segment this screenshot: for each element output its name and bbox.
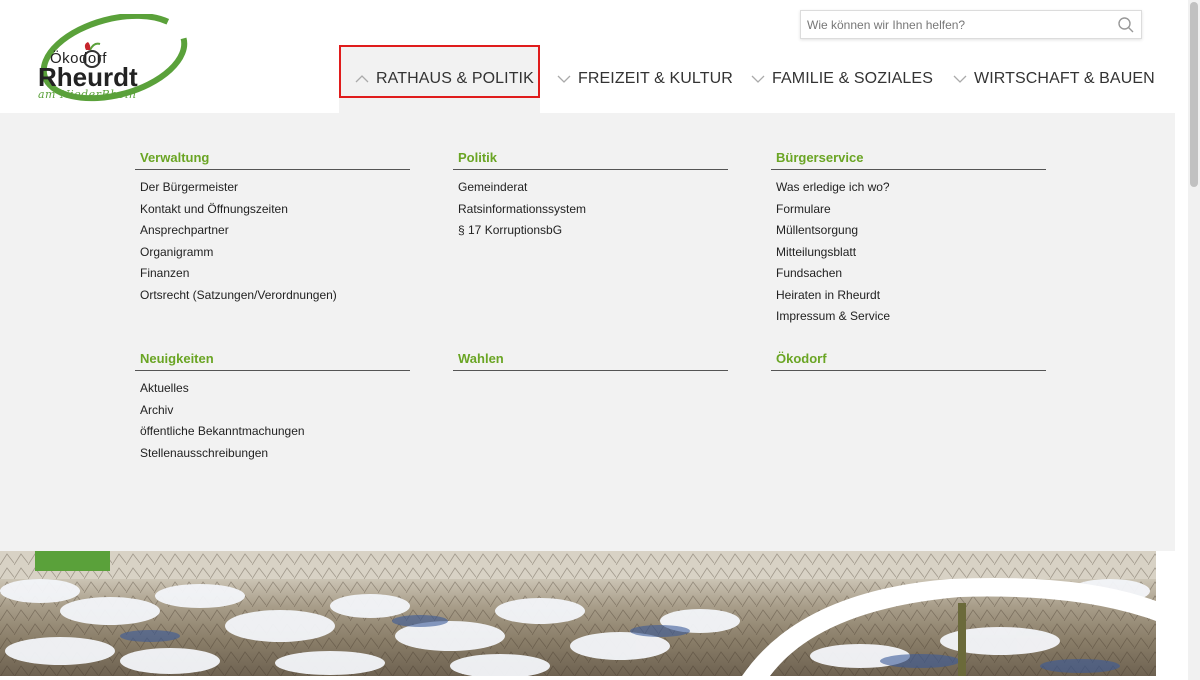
link-list: Gemeinderat Ratsinformationssystem § 17 …: [453, 170, 728, 244]
menu-link[interactable]: öffentliche Bekanntmachungen: [140, 423, 410, 445]
menu-link[interactable]: Formulare: [776, 201, 1046, 223]
search-input[interactable]: [801, 11, 1101, 38]
section-title[interactable]: Ökodorf: [771, 349, 1046, 371]
logo-name: Rheurdt: [38, 62, 138, 92]
search-box: [800, 10, 1142, 39]
menu-link[interactable]: Mitteilungsblatt: [776, 244, 1046, 266]
menu-link[interactable]: Finanzen: [140, 265, 410, 287]
chevron-down-icon: [751, 75, 765, 83]
section-title[interactable]: Verwaltung: [135, 148, 410, 170]
menu-section-buergerservice: Bürgerservice Was erledige ich wo? Formu…: [771, 148, 1046, 330]
menu-link[interactable]: Ansprechpartner: [140, 222, 410, 244]
menu-section-wahlen: Wahlen: [453, 349, 728, 371]
menu-link[interactable]: Kontakt und Öffnungszeiten: [140, 201, 410, 223]
mega-menu: Verwaltung Der Bürgermeister Kontakt und…: [0, 113, 1175, 551]
nav-label: WIRTSCHAFT & BAUEN: [974, 70, 1155, 87]
chevron-down-icon: [953, 75, 967, 83]
link-list: Was erledige ich wo? Formulare Müllentso…: [771, 170, 1046, 330]
menu-section-politik: Politik Gemeinderat Ratsinformationssyst…: [453, 148, 728, 244]
green-accent-block: [35, 551, 110, 571]
hero-image: [0, 551, 1156, 676]
menu-link[interactable]: Archiv: [140, 402, 410, 424]
logo-tagline: am NiederRhein: [38, 88, 137, 101]
nav-freizeit-kultur[interactable]: FREIZEIT & KULTUR: [556, 45, 733, 113]
menu-link[interactable]: Aktuelles: [140, 380, 410, 402]
section-title[interactable]: Politik: [453, 148, 728, 170]
menu-section-verwaltung: Verwaltung Der Bürgermeister Kontakt und…: [135, 148, 410, 308]
menu-link[interactable]: Impressum & Service: [776, 308, 1046, 330]
menu-section-oekodorf: Ökodorf: [771, 349, 1046, 371]
site-logo[interactable]: Ökodorf Rheurdt am NiederRhein: [34, 12, 194, 104]
chevron-down-icon: [557, 75, 571, 83]
snowy-bushes-image: [0, 551, 1156, 676]
nav-label: FREIZEIT & KULTUR: [578, 70, 733, 87]
nav-rathaus-politik[interactable]: RATHAUS & POLITIK: [339, 45, 540, 113]
link-list: Der Bürgermeister Kontakt und Öffnungsze…: [135, 170, 410, 308]
section-title[interactable]: Neuigkeiten: [135, 349, 410, 371]
section-title[interactable]: Wahlen: [453, 349, 728, 371]
search-icon[interactable]: [1117, 16, 1135, 34]
chevron-up-icon: [355, 75, 369, 83]
menu-link[interactable]: § 17 KorruptionsbG: [458, 222, 728, 244]
link-list: Aktuelles Archiv öffentliche Bekanntmach…: [135, 371, 410, 466]
menu-link[interactable]: Was erledige ich wo?: [776, 179, 1046, 201]
nav-label: FAMILIE & SOZIALES: [772, 70, 933, 87]
nav-familie-soziales[interactable]: FAMILIE & SOZIALES: [750, 45, 933, 113]
nav-wirtschaft-bauen[interactable]: WIRTSCHAFT & BAUEN: [952, 45, 1155, 113]
menu-link[interactable]: Gemeinderat: [458, 179, 728, 201]
menu-link[interactable]: Heiraten in Rheurdt: [776, 287, 1046, 309]
menu-section-neuigkeiten: Neuigkeiten Aktuelles Archiv öffentliche…: [135, 349, 410, 466]
section-title[interactable]: Bürgerservice: [771, 148, 1046, 170]
menu-link[interactable]: Müllentsorgung: [776, 222, 1046, 244]
menu-link[interactable]: Ratsinformationssystem: [458, 201, 728, 223]
nav-label: RATHAUS & POLITIK: [376, 70, 534, 87]
menu-link[interactable]: Organigramm: [140, 244, 410, 266]
menu-link[interactable]: Ortsrecht (Satzungen/Verordnungen): [140, 287, 410, 309]
menu-link[interactable]: Fundsachen: [776, 265, 1046, 287]
menu-link[interactable]: Der Bürgermeister: [140, 179, 410, 201]
site-header: Ökodorf Rheurdt am NiederRhein RATHAUS &…: [0, 0, 1188, 113]
menu-link[interactable]: Stellenausschreibungen: [140, 445, 410, 467]
scrollbar-thumb[interactable]: [1190, 2, 1198, 187]
